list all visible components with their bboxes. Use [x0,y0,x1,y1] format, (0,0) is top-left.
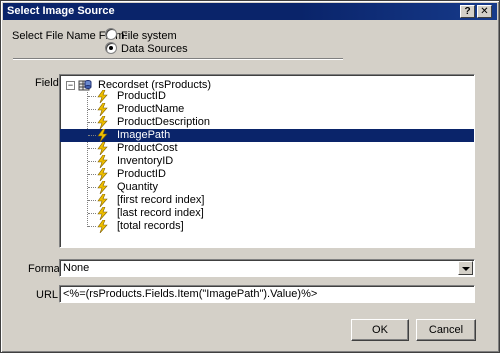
tree-item-label: InventoryID [117,155,174,167]
tree-item[interactable]: ProductID [60,90,474,103]
lightning-bolt-icon [97,207,108,220]
format-value: None [63,262,90,274]
file-system-radio[interactable] [105,28,117,40]
url-input[interactable]: <%=(rsProducts.Fields.Item("ImagePath").… [59,285,475,303]
tree-item-label: ProductCost [117,142,178,154]
tree-item[interactable]: Quantity [60,181,474,194]
dialog-title: Select Image Source [7,5,115,17]
tree-item[interactable]: ProductDescription [60,116,474,129]
lightning-bolt-icon [97,168,108,181]
tree-item-label: ProductID [117,90,166,102]
tree-item[interactable]: [first record index] [60,194,474,207]
data-sources-radio[interactable] [105,42,117,54]
tree-branch [88,96,96,97]
radio-selected-dot [109,46,113,50]
lightning-bolt-icon [97,129,108,142]
close-button[interactable]: ✕ [477,5,492,18]
tree-item-selected[interactable]: ImagePath [60,129,474,142]
format-select[interactable]: None [59,259,475,277]
tree-branch [88,213,96,214]
url-value: <%=(rsProducts.Fields.Item("ImagePath").… [63,288,318,300]
chevron-down-icon [462,267,470,271]
tree-item[interactable]: ProductCost [60,142,474,155]
help-button[interactable]: ? [460,5,475,18]
tree-branch [88,109,96,110]
field-tree[interactable]: − Recordset (rsProducts) ProductID Produ… [59,74,475,248]
cancel-button[interactable]: Cancel [416,319,476,341]
title-bar[interactable]: Select Image Source ? ✕ [3,3,497,20]
tree-item-label: [last record index] [117,207,204,219]
lightning-bolt-icon [97,103,108,116]
collapse-toggle[interactable]: − [66,81,75,90]
lightning-bolt-icon [97,194,108,207]
tree-item-label: Quantity [117,181,158,193]
file-system-label[interactable]: File system [121,30,177,42]
lightning-bolt-icon [97,155,108,168]
close-icon: ✕ [480,6,489,17]
lightning-bolt-icon [97,181,108,194]
format-dropdown-button[interactable] [458,261,473,275]
field-label: Field: [35,77,62,89]
tree-item[interactable]: ProductName [60,103,474,116]
tree-branch [88,122,96,123]
tree-item-label: [total records] [117,220,184,232]
tree-branch [88,226,96,227]
tree-branch [88,135,96,136]
lightning-bolt-icon [97,116,108,129]
tree-branch [88,200,96,201]
ok-button[interactable]: OK [351,319,409,341]
tree-branch [88,148,96,149]
tree-item-label: ProductID [117,168,166,180]
question-mark-icon: ? [464,6,471,17]
tree-branch [88,161,96,162]
tree-item-label: ProductName [117,103,185,115]
tree-item-label: ImagePath [117,129,171,141]
select-image-source-dialog: Select Image Source ? ✕ Select File Name… [0,0,500,353]
tree-branch [88,174,96,175]
separator [13,58,343,60]
tree-item[interactable]: [last record index] [60,207,474,220]
lightning-bolt-icon [97,142,108,155]
tree-item-label: ProductDescription [117,116,210,128]
tree-item-label: [first record index] [117,194,205,206]
url-label: URL: [36,289,62,301]
tree-item[interactable]: ProductID [60,168,474,181]
data-sources-label[interactable]: Data Sources [121,43,188,55]
tree-item[interactable]: [total records] [60,220,474,233]
tree-item[interactable]: InventoryID [60,155,474,168]
lightning-bolt-icon [97,220,108,233]
tree-branch [88,187,96,188]
lightning-bolt-icon [97,90,108,103]
